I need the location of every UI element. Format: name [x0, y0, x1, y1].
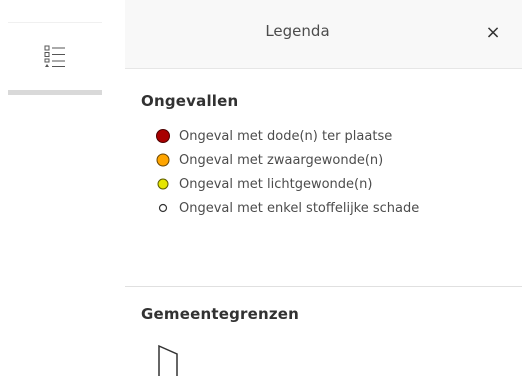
legend-item-label: Ongeval met enkel stoffelijke schade — [179, 200, 420, 216]
legend-item-label: Ongeval met dode(n) ter plaatse — [179, 128, 393, 144]
legend-panel: Legenda × Ongevallen Ongeval met dode(n)… — [125, 0, 522, 376]
panel-header: Legenda × — [125, 0, 522, 69]
circle-symbol-icon — [155, 200, 171, 216]
legend-item-label: Ongeval met zwaargewonde(n) — [179, 152, 384, 168]
active-tab-indicator — [8, 90, 102, 95]
widget-toolbar — [8, 22, 102, 98]
section-title-ongevallen: Ongevallen — [141, 92, 239, 110]
close-icon: × — [485, 21, 501, 43]
legend-item: Ongeval met dode(n) ter plaatse — [155, 124, 419, 148]
circle-symbol-icon — [155, 176, 171, 192]
app-root: Legenda × Ongevallen Ongeval met dode(n)… — [0, 0, 522, 376]
panel-title: Legenda — [265, 22, 330, 40]
legend-item: Ongeval met enkel stoffelijke schade — [155, 196, 419, 220]
section-title-gemeentegrenzen: Gemeentegrenzen — [141, 305, 300, 323]
legend-toggle-button[interactable] — [8, 22, 102, 90]
legend-list-ongevallen: Ongeval met dode(n) ter plaatse Ongeval … — [155, 124, 419, 220]
legend-list-icon — [44, 45, 65, 67]
legend-item: Ongeval met lichtgewonde(n) — [155, 172, 419, 196]
circle-symbol-icon — [155, 128, 171, 144]
close-button[interactable]: × — [481, 20, 505, 44]
section-divider — [125, 286, 522, 287]
legend-item-label: Ongeval met lichtgewonde(n) — [179, 176, 373, 192]
circle-symbol-icon — [155, 152, 171, 168]
legend-item: Ongeval met zwaargewonde(n) — [155, 148, 419, 172]
polygon-symbol-icon — [158, 344, 178, 376]
